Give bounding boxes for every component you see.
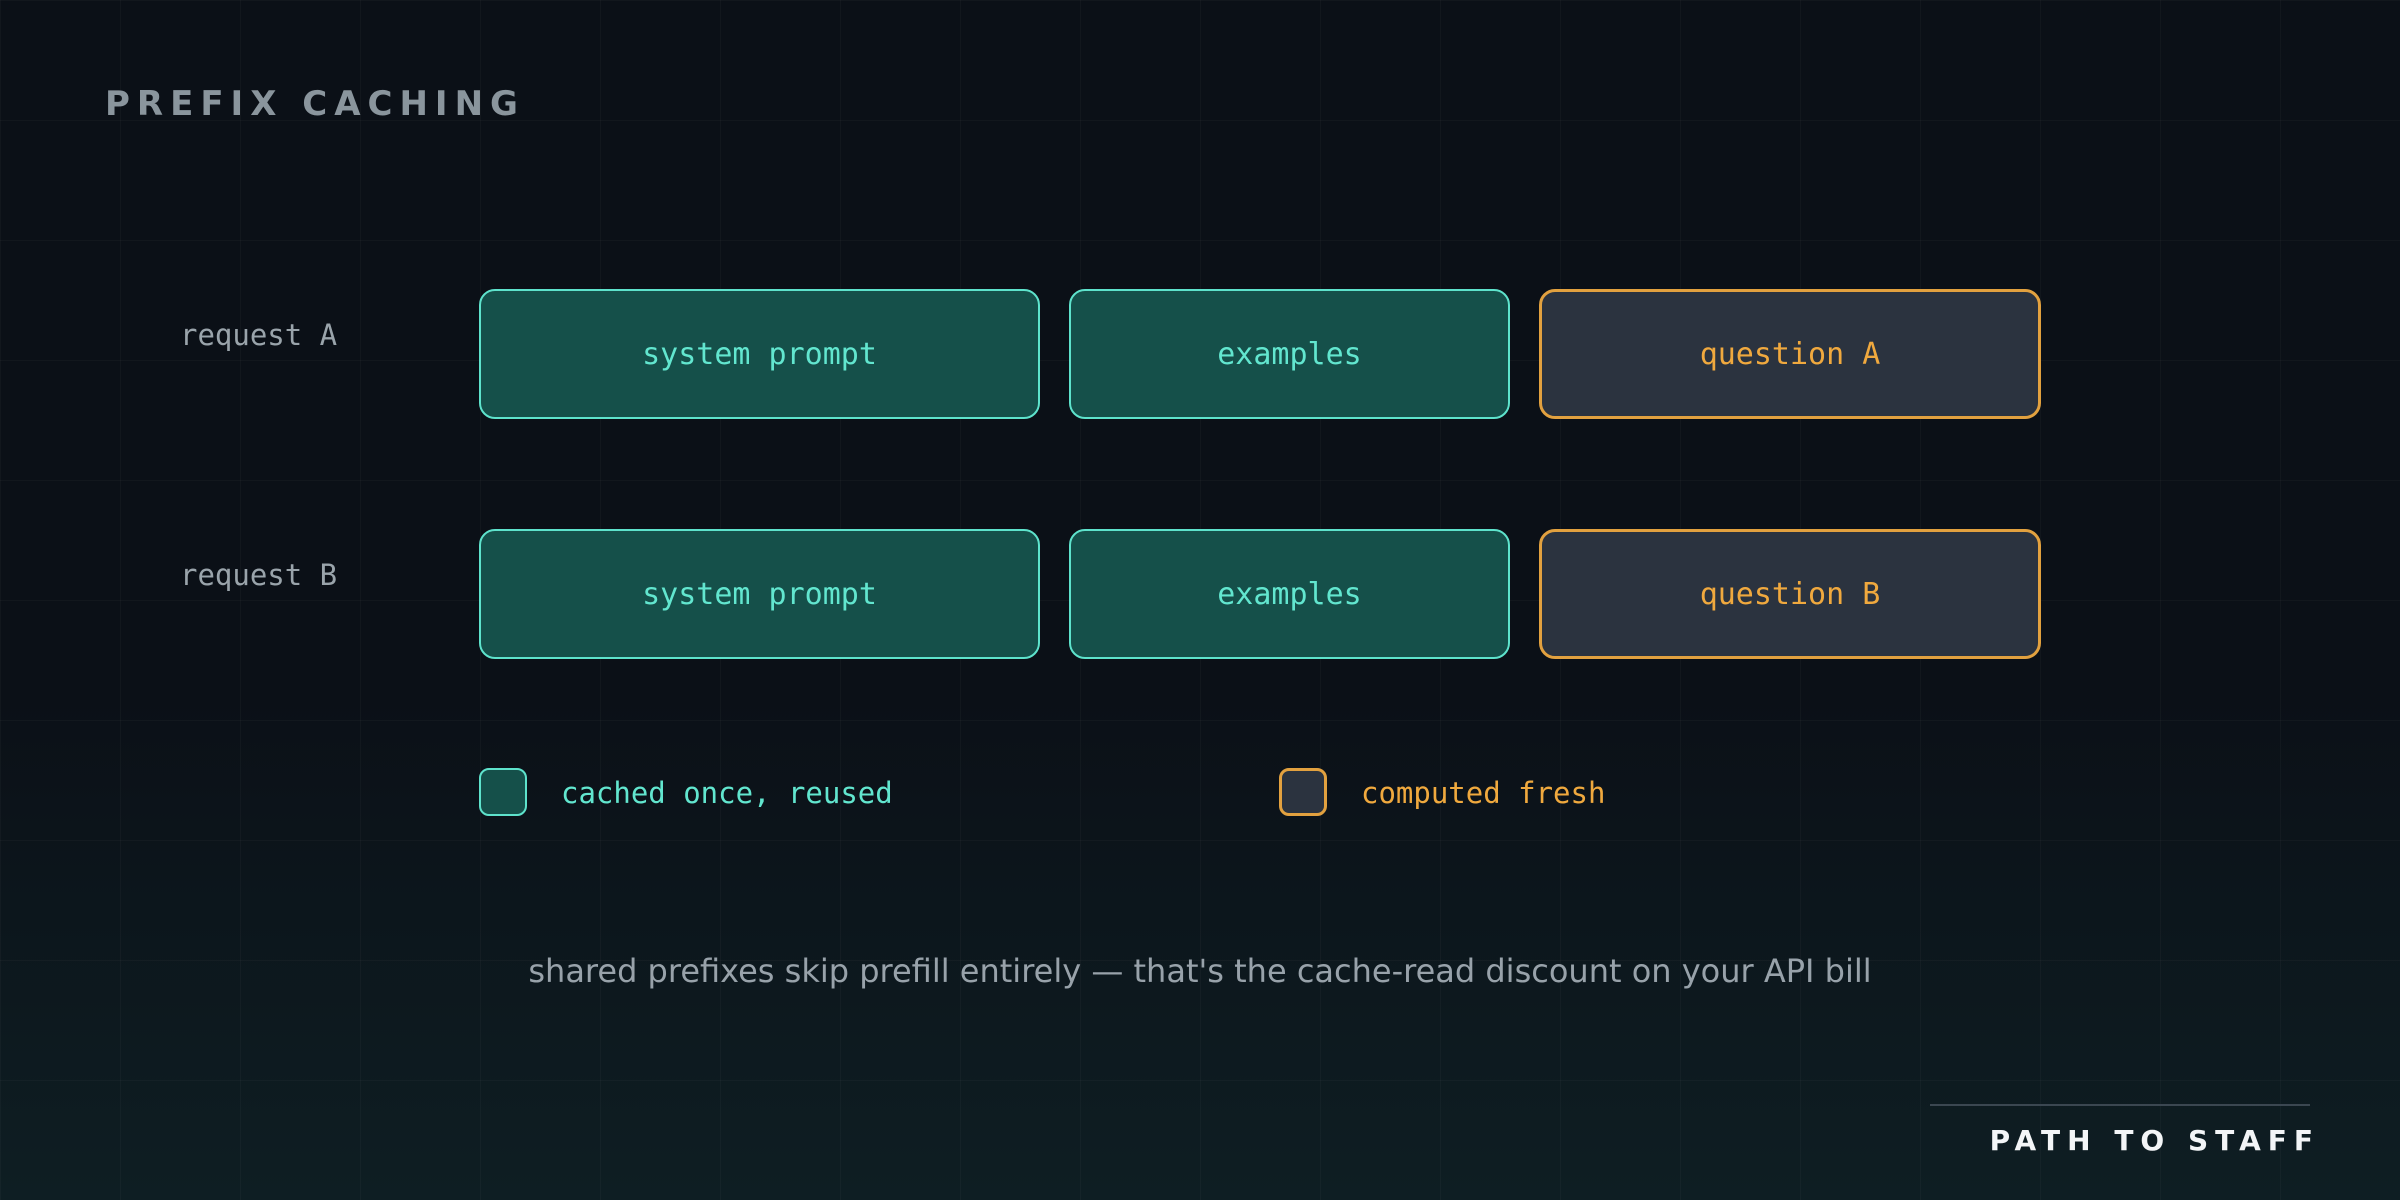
request-a-examples-segment: examples (1069, 289, 1510, 419)
request-b-examples-segment: examples (1069, 529, 1510, 659)
request-a-label: request A (180, 318, 338, 352)
caption: shared prefixes skip prefill entirely — … (528, 952, 1872, 990)
request-b-question-segment: question B (1539, 529, 2041, 659)
request-b-system-prompt-segment: system prompt (479, 529, 1040, 659)
footer-brand: PATH TO STAFF (1989, 1124, 2320, 1157)
request-a-question-segment: question A (1539, 289, 2041, 419)
request-b-label: request B (180, 558, 338, 592)
footer-divider (1930, 1104, 2310, 1106)
legend-cached-swatch (479, 768, 527, 816)
page-title: PREFIX CACHING (105, 84, 525, 124)
legend-cached-label: cached once, reused (561, 776, 893, 810)
legend-fresh-swatch (1279, 768, 1327, 816)
request-a-system-prompt-segment: system prompt (479, 289, 1040, 419)
legend-fresh-label: computed fresh (1361, 776, 1606, 810)
